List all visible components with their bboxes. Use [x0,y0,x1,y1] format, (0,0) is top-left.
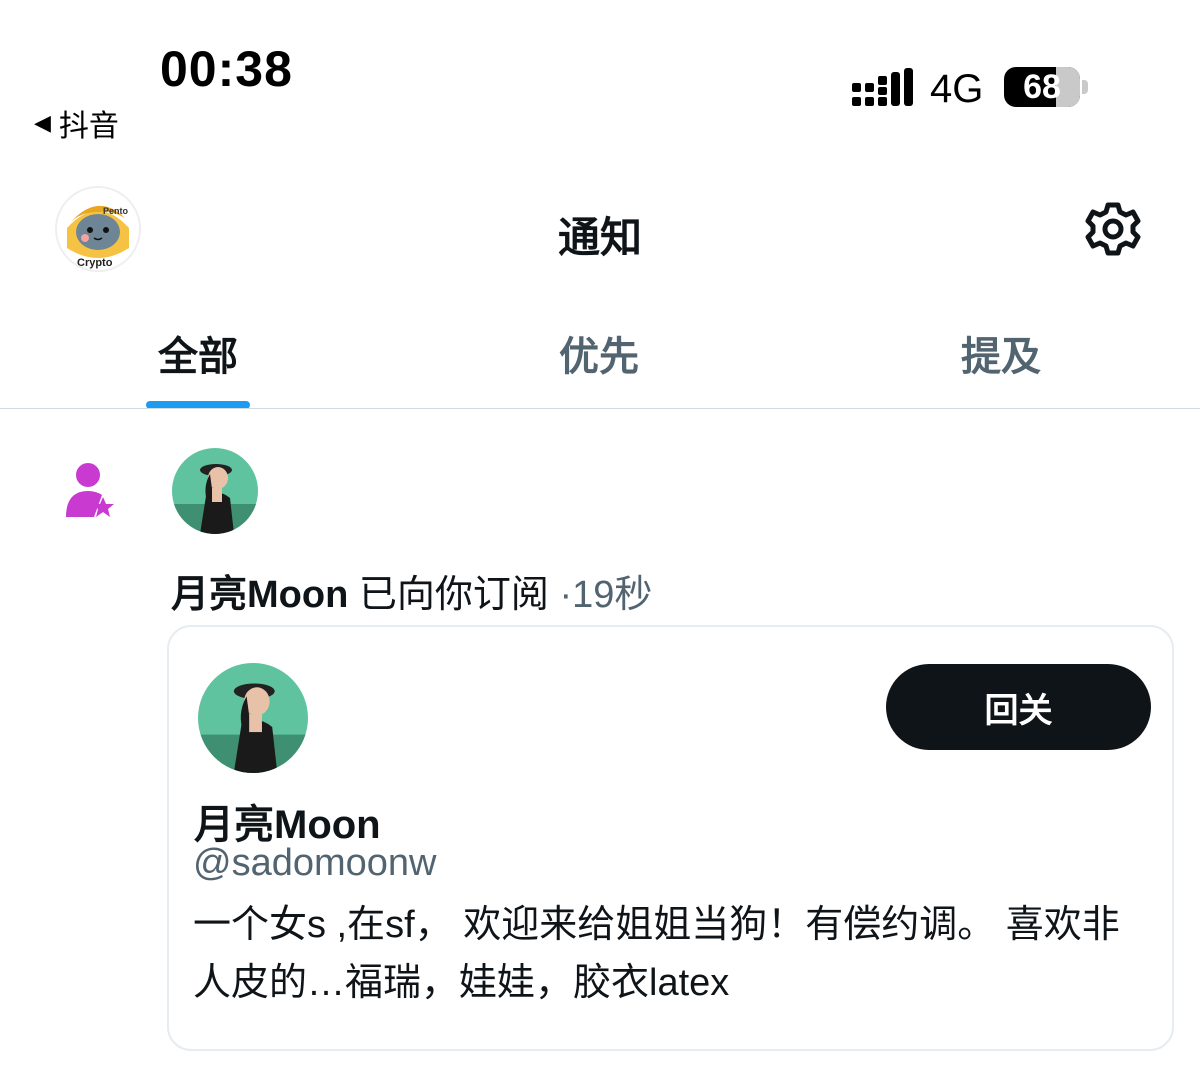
notification-text: 月亮Moon 已向你订阅 ·19秒 [171,563,652,618]
notification-separator: · [559,574,573,616]
back-triangle-icon: ◀ [34,110,51,135]
subscriber-avatar[interactable] [172,448,258,534]
person-star-icon [66,463,114,517]
user-card-handle[interactable]: @sadomoonw [193,842,436,885]
notification-action: 已向你订阅 [358,574,549,616]
page-title: 通知 [557,214,642,261]
battery-level: 68 [1023,68,1061,106]
follow-back-button[interactable]: 回关 [886,664,1151,750]
back-to-app-link[interactable]: ◀ 抖音 [34,101,119,145]
notification-user-name[interactable]: 月亮Moon [171,574,348,616]
tabs-divider [0,408,1200,409]
back-app-label: 抖音 [58,110,119,143]
settings-gear-icon[interactable] [1083,199,1143,259]
notification-time: 19秒 [572,574,653,616]
network-type: 4G [930,67,984,111]
status-time: 00:38 [160,41,293,97]
battery-indicator: 68 [1004,67,1080,107]
user-card-bio: 一个女s ,在sf， 欢迎来给姐姐当狗！有偿约调。 喜欢非人皮的…福瑞，娃娃，胶… [193,904,1120,1004]
tab-mentions[interactable]: 提及 [961,324,1041,382]
tab-all[interactable]: 全部 [158,324,238,382]
signal-strength-icon [852,68,913,106]
user-card-avatar[interactable] [198,663,308,773]
tab-priority[interactable]: 优先 [559,324,639,382]
battery-cap [1082,80,1088,94]
